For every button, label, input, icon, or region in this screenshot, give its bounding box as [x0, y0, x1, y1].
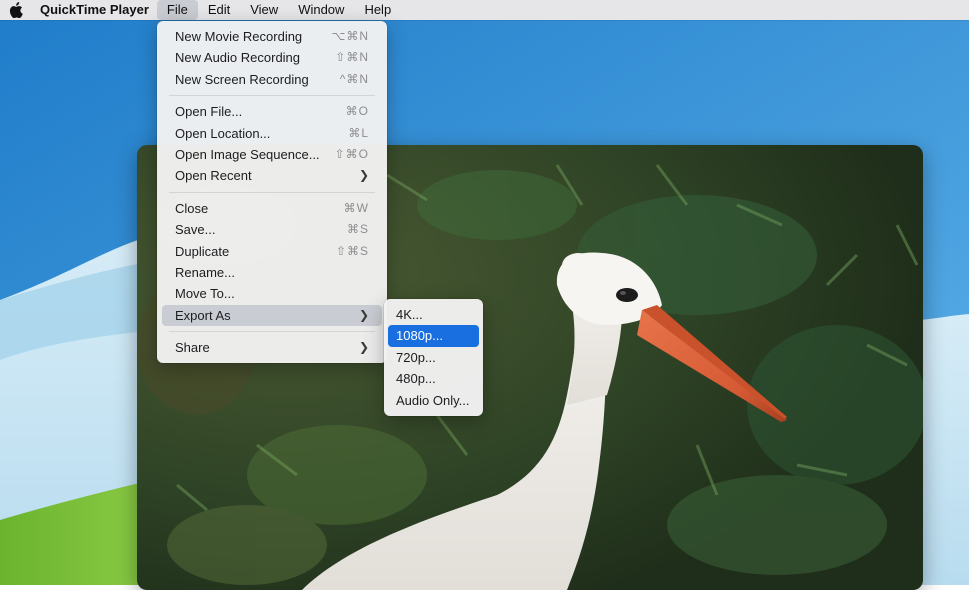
chevron-right-icon: ❯	[358, 168, 369, 183]
menu-item-open-recent[interactable]: Open Recent ❯	[162, 165, 382, 186]
shortcut-label: ⌘O	[345, 104, 369, 119]
menu-item-label: 480p...	[396, 371, 436, 387]
shortcut-label: ^⌘N	[339, 71, 369, 86]
menu-item-close[interactable]: Close ⌘W	[162, 198, 382, 219]
menu-item-duplicate[interactable]: Duplicate ⇧⌘S	[162, 241, 382, 262]
menu-item-label: New Movie Recording	[175, 29, 303, 44]
menu-item-new-audio-recording[interactable]: New Audio Recording ⇧⌘N	[162, 47, 382, 68]
menu-file[interactable]: File	[156, 0, 198, 20]
menu-item-label: Share	[175, 340, 210, 356]
shortcut-label: ⇧⌘S	[335, 243, 369, 258]
menu-separator	[169, 331, 375, 333]
chevron-right-icon: ❯	[358, 340, 369, 355]
shortcut-label: ⌥⌘N	[331, 29, 369, 43]
menu-item-export-as[interactable]: Export As ❯	[162, 304, 382, 327]
menu-bar: QuickTime Player File Edit View Window H…	[0, 0, 969, 20]
menu-item-label: New Screen Recording	[175, 71, 309, 87]
shortcut-label: ⇧⌘O	[334, 146, 369, 161]
menu-item-label: Audio Only...	[396, 392, 470, 408]
export-as-submenu: 4K... 1080p... 720p... 480p... Audio Onl…	[384, 299, 483, 416]
menu-item-label: Open Image Sequence...	[175, 146, 320, 162]
menu-item-label: Save...	[175, 222, 216, 238]
apple-logo-icon[interactable]	[0, 0, 32, 20]
menu-item-label: Export As	[175, 307, 231, 323]
file-menu-dropdown: New Movie Recording ⌥⌘N New Audio Record…	[157, 21, 387, 364]
menu-item-save[interactable]: Save... ⌘S	[162, 219, 382, 240]
export-item-1080p[interactable]: 1080p...	[388, 325, 479, 347]
export-item-audio-only[interactable]: Audio Only...	[388, 390, 479, 411]
menu-item-label: Open Location...	[175, 125, 271, 141]
menu-item-label: Move To...	[175, 286, 235, 302]
menu-item-label: 720p...	[396, 349, 436, 365]
menu-item-label: New Audio Recording	[175, 50, 301, 66]
export-item-720p[interactable]: 720p...	[388, 347, 479, 368]
menu-separator	[169, 191, 375, 193]
menu-item-label: Open File...	[175, 104, 243, 120]
menu-item-move-to[interactable]: Move To...	[162, 283, 382, 304]
shortcut-label: ⇧⌘N	[335, 50, 369, 65]
menu-help[interactable]: Help	[354, 0, 401, 20]
menu-item-rename[interactable]: Rename...	[162, 262, 382, 283]
menu-item-share[interactable]: Share ❯	[162, 337, 382, 358]
menu-item-new-movie-recording[interactable]: New Movie Recording ⌥⌘N	[162, 26, 382, 47]
export-item-480p[interactable]: 480p...	[388, 368, 479, 389]
menu-separator	[169, 95, 375, 97]
menu-view[interactable]: View	[240, 0, 288, 20]
menu-edit[interactable]: Edit	[198, 0, 240, 20]
menu-item-label: Open Recent	[175, 168, 252, 184]
menu-item-label: 1080p...	[396, 328, 443, 344]
menu-item-new-screen-recording[interactable]: New Screen Recording ^⌘N	[162, 69, 382, 90]
shortcut-label: ⌘S	[346, 222, 369, 237]
shortcut-label: ⌘W	[343, 200, 369, 215]
menu-item-open-image-sequence[interactable]: Open Image Sequence... ⇧⌘O	[162, 144, 382, 165]
menu-item-open-location[interactable]: Open Location... ⌘L	[162, 123, 382, 144]
menu-item-label: Rename...	[175, 264, 235, 280]
export-item-4k[interactable]: 4K...	[388, 304, 479, 325]
menu-item-label: Close	[175, 200, 209, 216]
chevron-right-icon: ❯	[358, 307, 369, 322]
shortcut-label: ⌘L	[348, 125, 369, 140]
menu-item-label: 4K...	[396, 307, 423, 322]
menu-window[interactable]: Window	[288, 0, 354, 20]
menu-item-label: Duplicate	[175, 243, 230, 259]
app-menu-quicktime[interactable]: QuickTime Player	[32, 0, 157, 20]
menu-item-open-file[interactable]: Open File... ⌘O	[162, 101, 382, 122]
